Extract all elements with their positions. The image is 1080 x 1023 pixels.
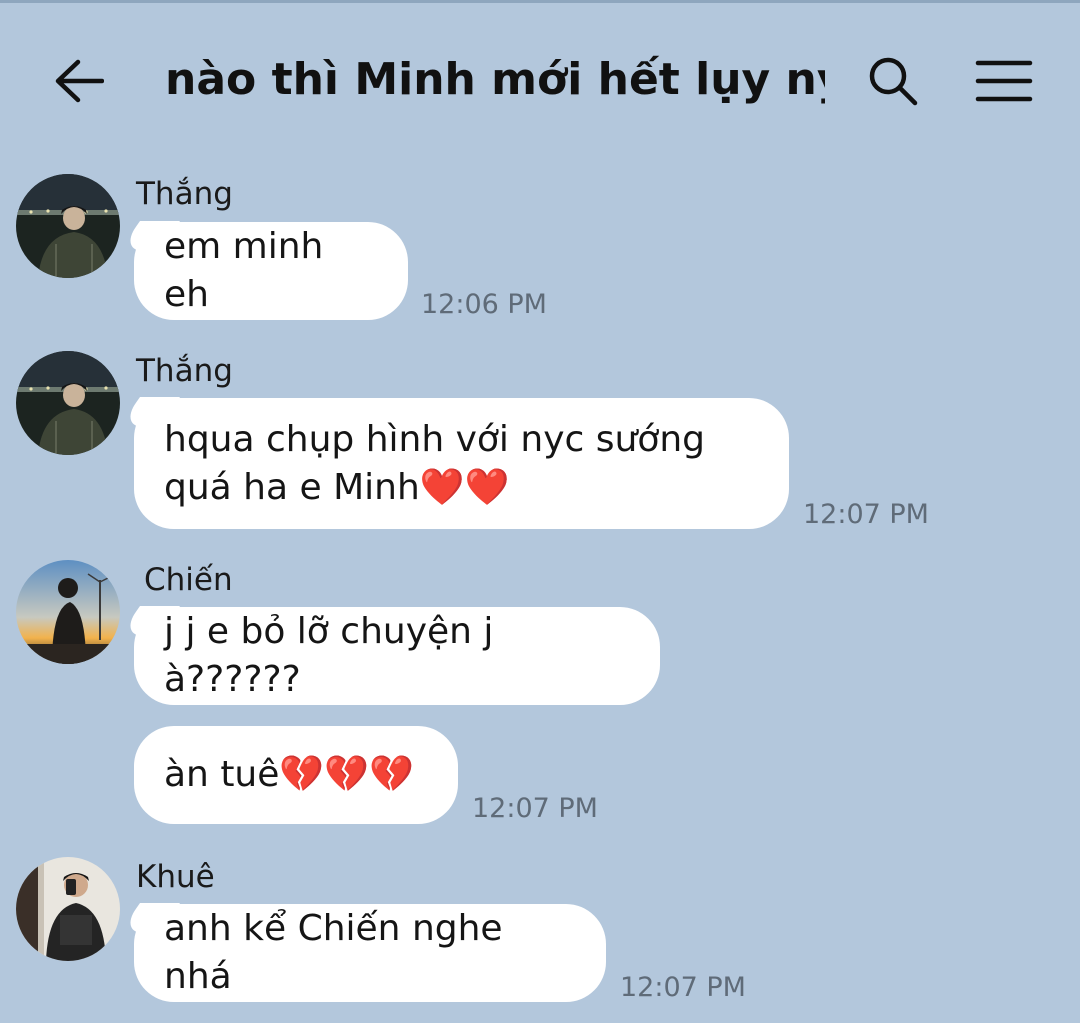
message-timestamp: 12:07 PM (620, 972, 746, 1003)
search-icon (869, 57, 918, 106)
message-bubble[interactable]: àn tuê💔💔💔 (134, 726, 458, 824)
message-timestamp: 12:07 PM (472, 793, 598, 824)
hamburger-menu-icon (975, 60, 1033, 102)
message-timestamp: 12:07 PM (803, 499, 929, 530)
chat-title: nào thì Minh mới hết lụy ny... (165, 54, 825, 105)
sender-name: Chiến (144, 562, 233, 598)
message-timestamp: 12:06 PM (421, 289, 547, 320)
sender-name: Khuê (136, 859, 215, 895)
sender-name: Thắng (136, 353, 233, 389)
message-bubble[interactable]: em minh eh (134, 222, 408, 320)
avatar-khue[interactable] (16, 857, 120, 961)
chat-header: nào thì Minh mới hết lụy ny... (0, 0, 1080, 160)
search-button[interactable] (862, 50, 924, 112)
avatar-thang[interactable] (16, 351, 120, 455)
message-text: anh kể Chiến nghe nhá (164, 908, 503, 997)
back-button[interactable] (50, 52, 108, 110)
arrow-left-icon (55, 59, 104, 103)
message-text: àn tuê💔💔💔 (164, 754, 414, 795)
message-bubble[interactable]: hqua chụp hình với nyc sướng quá ha e Mi… (134, 398, 789, 529)
message-text: hqua chụp hình với nyc sướng quá ha e Mi… (164, 418, 706, 508)
avatar-chien[interactable] (16, 560, 120, 664)
sender-name: Thắng (136, 176, 233, 212)
message-text: j j e bỏ lỡ chuyện j à?????? (164, 611, 494, 700)
menu-button[interactable] (970, 52, 1038, 110)
message-text: em minh eh (164, 226, 324, 315)
avatar-thang[interactable] (16, 174, 120, 278)
message-bubble[interactable]: j j e bỏ lỡ chuyện j à?????? (134, 607, 660, 705)
message-bubble[interactable]: anh kể Chiến nghe nhá (134, 904, 606, 1002)
